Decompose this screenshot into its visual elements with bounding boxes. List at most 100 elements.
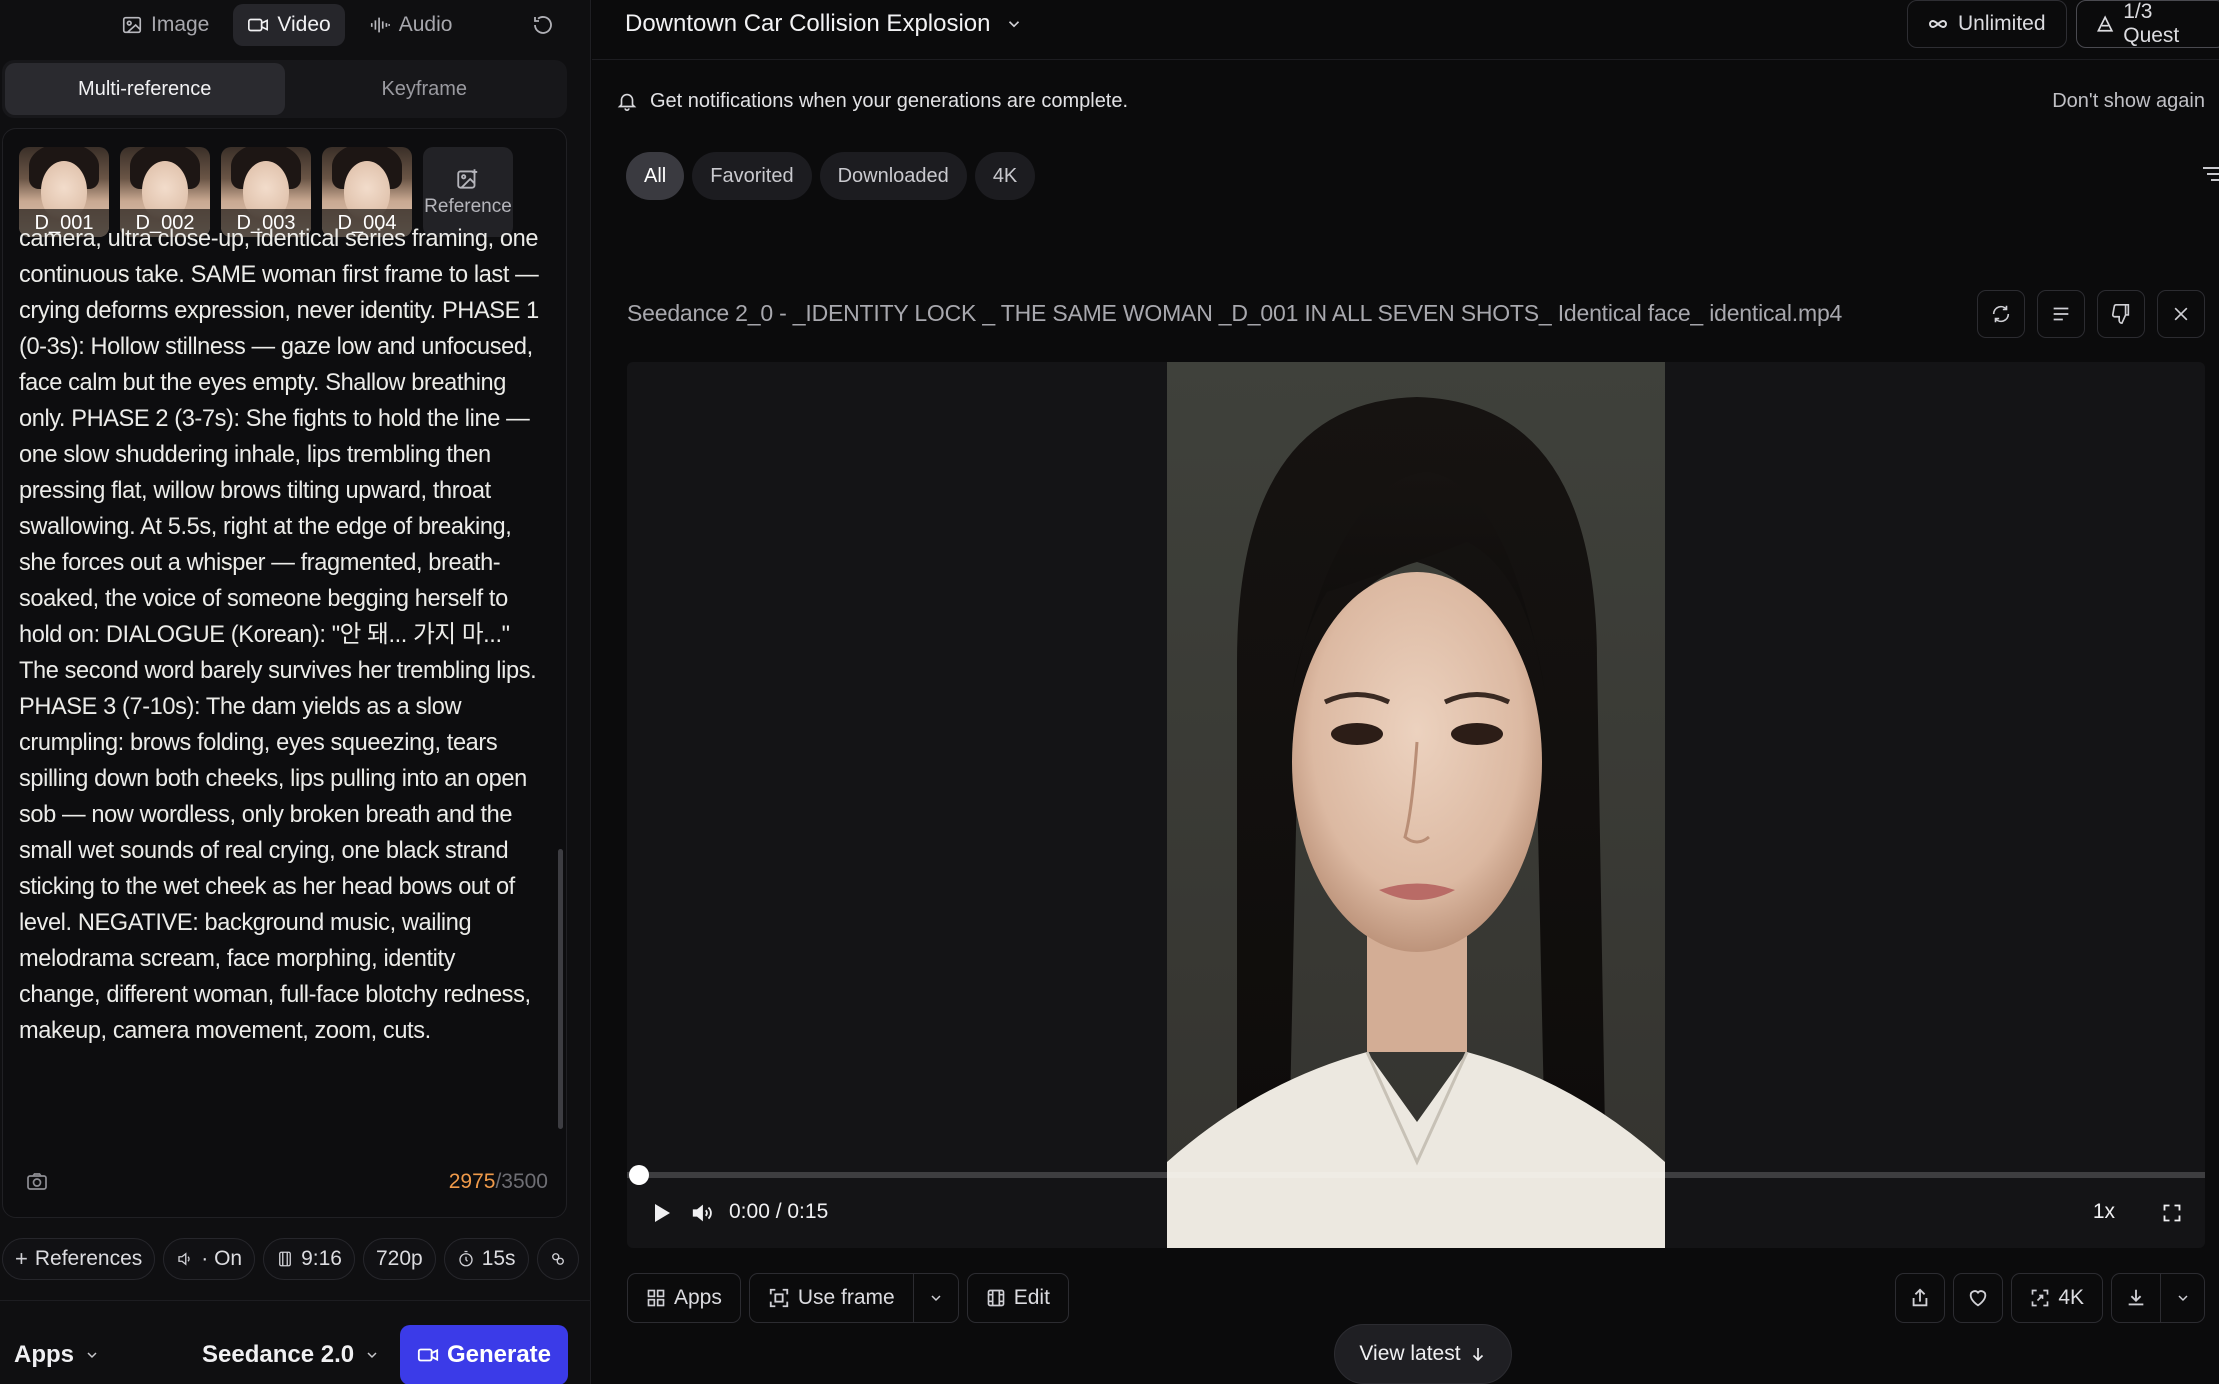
prompt-textarea[interactable]: camera, ultra close-up, identical series… — [19, 221, 539, 1049]
video-actions-right: 4K — [1895, 1273, 2205, 1323]
char-counter: 2975/3500 — [449, 1170, 548, 1194]
audio-label: · On — [201, 1247, 243, 1270]
audio-icon — [370, 17, 390, 33]
resolution-label: 720p — [375, 1247, 423, 1270]
filter-downloaded[interactable]: Downloaded — [819, 152, 967, 200]
aspect-ratio-select[interactable]: 9:16 — [263, 1238, 355, 1280]
tab-video-label: Video — [277, 13, 331, 36]
play-button[interactable] — [647, 1198, 677, 1228]
fullscreen-button[interactable] — [2157, 1198, 2187, 1228]
regenerate-button[interactable] — [1977, 290, 2025, 338]
notification-banner: Get notifications when your generations … — [592, 76, 2219, 126]
favorite-button[interactable] — [1953, 1273, 2004, 1323]
frame-capture-icon — [769, 1288, 789, 1308]
left-panel: Image Video Audio Multi-reference Keyfra… — [0, 0, 591, 1384]
top-bar: Downtown Car Collision Explosion Unlimit… — [592, 0, 2219, 60]
chevron-down-icon — [2177, 1295, 2188, 1302]
apps-button-label: Apps — [674, 1286, 722, 1309]
tab-image-label: Image — [151, 13, 210, 36]
duration-select[interactable]: 15s — [443, 1238, 529, 1280]
chevron-down-icon — [1008, 21, 1019, 28]
main-panel: Downtown Car Collision Explosion Unlimit… — [592, 0, 2219, 1384]
speaker-icon — [178, 1252, 190, 1266]
project-title: Downtown Car Collision Explosion — [625, 10, 991, 37]
unlimited-button[interactable]: Unlimited — [1907, 0, 2067, 48]
filter-4k[interactable]: 4K — [974, 152, 1036, 200]
prompt-scrollbar[interactable] — [558, 849, 563, 1129]
video-player[interactable]: 0:00 / 0:15 1x — [627, 362, 2205, 1248]
use-frame-button[interactable]: Use frame — [748, 1273, 914, 1323]
play-icon — [655, 1204, 670, 1222]
video-frame — [1167, 362, 1665, 1248]
apps-dropdown[interactable]: Apps — [14, 1341, 100, 1369]
dislike-button[interactable] — [2097, 290, 2145, 338]
dont-show-again-link[interactable]: Don't show again — [2052, 90, 2205, 113]
download-dropdown[interactable] — [2161, 1273, 2205, 1323]
use-frame-label: Use frame — [797, 1286, 895, 1309]
plus-icon: + — [15, 1246, 28, 1271]
audio-toggle[interactable]: · On — [163, 1238, 256, 1280]
film-icon — [987, 1289, 1005, 1307]
tab-audio-label: Audio — [398, 13, 453, 36]
filter-all[interactable]: All — [626, 152, 685, 200]
chevron-down-icon — [87, 1352, 97, 1359]
video-still-image — [1167, 362, 1665, 1248]
close-button[interactable] — [2157, 290, 2205, 338]
infinity-icon — [1929, 19, 1947, 29]
references-button[interactable]: + References — [2, 1238, 156, 1280]
heart-icon — [1970, 1290, 1987, 1307]
download-icon — [2128, 1289, 2144, 1306]
fullscreen-icon — [2163, 1204, 2181, 1222]
upscale-4k-button[interactable]: 4K — [2011, 1273, 2103, 1323]
thumbs-down-icon — [2111, 304, 2130, 324]
image-icon — [122, 16, 142, 34]
volume-button[interactable] — [687, 1198, 717, 1228]
history-icon[interactable] — [528, 10, 558, 40]
tab-audio[interactable]: Audio — [355, 4, 467, 46]
playback-speed[interactable]: 1x — [2093, 1200, 2115, 1224]
model-dropdown[interactable]: Seedance 2.0 — [202, 1341, 380, 1369]
view-latest-button[interactable]: View latest — [1334, 1324, 1512, 1384]
bottom-bar: Apps Seedance 2.0 Generate — [0, 1300, 591, 1384]
quests-button[interactable]: 1/3 Quest — [2076, 0, 2219, 48]
apps-label: Apps — [14, 1341, 74, 1368]
filter-favorited[interactable]: Favorited — [692, 152, 812, 200]
edit-button[interactable]: Edit — [966, 1273, 1069, 1323]
video-progress-handle[interactable] — [629, 1165, 649, 1185]
tab-multi-reference[interactable]: Multi-reference — [5, 63, 285, 115]
prompt-footer: 2975/3500 — [25, 1167, 548, 1197]
notification-text: Get notifications when your generations … — [650, 89, 1129, 112]
duration-label: 15s — [481, 1247, 516, 1270]
download-group — [2111, 1273, 2205, 1323]
video-icon — [248, 18, 269, 32]
unlimited-label: Unlimited — [1958, 12, 2046, 35]
refresh-icon — [1992, 305, 2010, 323]
project-title-dropdown[interactable]: Downtown Car Collision Explosion — [625, 10, 1023, 38]
sort-filter-icon[interactable] — [2197, 162, 2219, 188]
tab-image[interactable]: Image — [107, 4, 223, 46]
generate-button[interactable]: Generate — [400, 1325, 568, 1384]
generate-label: Generate — [446, 1341, 552, 1368]
resolution-select[interactable]: 720p — [362, 1238, 436, 1280]
bell-icon — [617, 93, 637, 111]
chevron-down-icon — [367, 1352, 377, 1359]
share-button[interactable] — [1895, 1273, 1946, 1323]
view-latest-label: View latest — [1359, 1342, 1461, 1365]
use-frame-dropdown[interactable] — [913, 1273, 959, 1323]
tab-video[interactable]: Video — [233, 4, 345, 46]
references-label: References — [34, 1247, 143, 1270]
tab-keyframe[interactable]: Keyframe — [285, 63, 565, 115]
details-button[interactable] — [2037, 290, 2085, 338]
generation-options: + References · On 9:16 720p 15s — [0, 1237, 591, 1281]
settings-button[interactable] — [536, 1238, 579, 1280]
quests-label: 1/3 Quest — [2123, 0, 2180, 47]
prompt-box: D_001 D_002 D_003 D_004 Reference camera… — [2, 128, 567, 1218]
reference-mode-tabs: Multi-reference Keyframe — [2, 60, 567, 118]
ratio-icon — [279, 1251, 292, 1267]
apps-button[interactable]: Apps — [627, 1273, 741, 1323]
video-file-title: Seedance 2_0 - _IDENTITY LOCK _ THE SAME… — [627, 300, 1843, 326]
camera-icon[interactable] — [25, 1170, 49, 1194]
filter-chips: All Favorited Downloaded 4K — [626, 152, 1036, 200]
download-button[interactable] — [2111, 1273, 2161, 1323]
video-progress-bar[interactable] — [627, 1172, 2205, 1178]
